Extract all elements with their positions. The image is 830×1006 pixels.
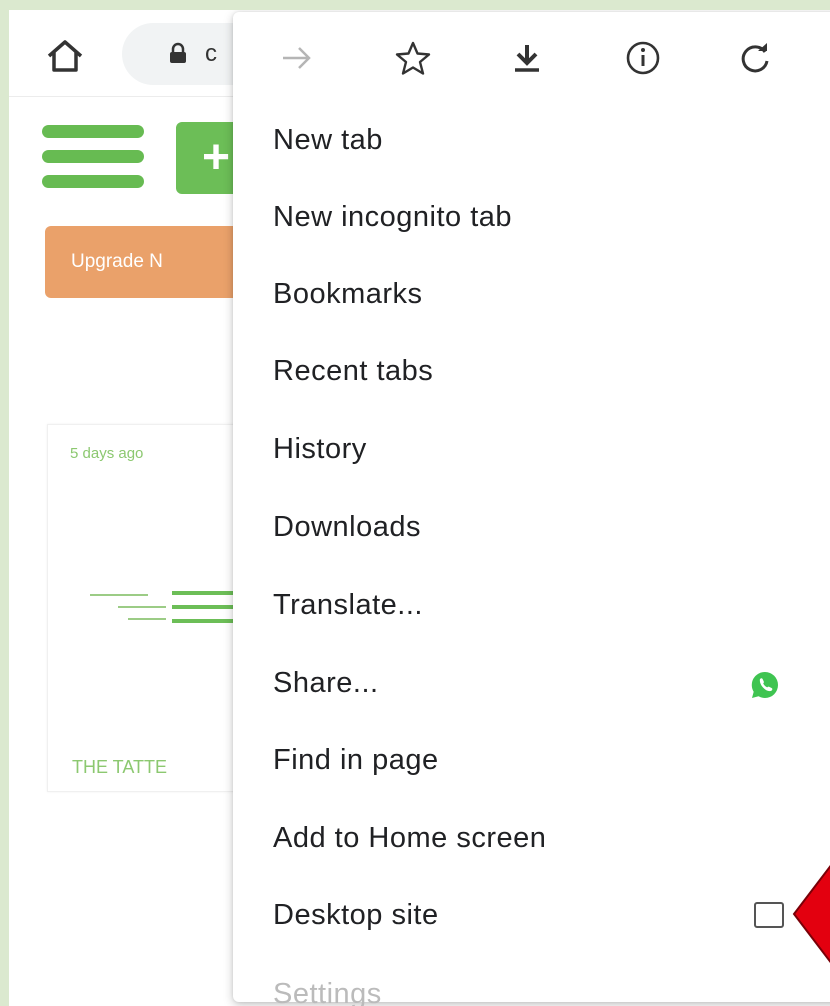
lock-icon xyxy=(170,42,186,63)
download-icon[interactable] xyxy=(505,36,549,80)
card-date: 5 days ago xyxy=(70,445,144,462)
star-icon[interactable] xyxy=(391,36,435,80)
red-arrow-annotation xyxy=(792,864,830,964)
card-title: THE TATTE xyxy=(72,757,168,777)
reload-icon[interactable] xyxy=(733,36,777,80)
add-button-label: + xyxy=(202,131,231,184)
upgrade-button-label: Upgrade N xyxy=(71,251,163,272)
menu-item-translate[interactable]: Translate... xyxy=(233,571,830,641)
menu-item-share[interactable]: Share... xyxy=(233,649,830,719)
menu-item-desktop-site[interactable]: Desktop site xyxy=(233,881,830,951)
menu-item-add-to-home-screen[interactable]: Add to Home screen xyxy=(233,804,830,874)
menu-item-new-incognito-tab[interactable]: New incognito tab xyxy=(233,183,830,253)
content-card[interactable]: 5 days ago THE TATTE xyxy=(47,424,259,792)
forward-arrow-icon[interactable] xyxy=(275,36,319,80)
menu-item-settings[interactable]: Settings xyxy=(233,960,830,1006)
hamburger-menu-icon[interactable] xyxy=(42,125,144,189)
desktop-site-checkbox[interactable] xyxy=(754,902,784,928)
menu-item-bookmarks[interactable]: Bookmarks xyxy=(233,260,830,330)
upgrade-button[interactable]: Upgrade N xyxy=(45,226,255,298)
url-text[interactable]: c xyxy=(205,40,217,68)
menu-item-downloads[interactable]: Downloads xyxy=(233,493,830,563)
phone-screen: c + Upgrade N 5 days ago THE TATTE New t… xyxy=(9,10,830,1006)
menu-item-new-tab[interactable]: New tab xyxy=(233,106,830,176)
menu-action-bar xyxy=(233,12,830,98)
home-icon[interactable] xyxy=(45,38,85,74)
menu-item-find-in-page[interactable]: Find in page xyxy=(233,726,830,796)
info-icon[interactable] xyxy=(621,36,665,80)
browser-overflow-menu: New tab New incognito tab Bookmarks Rece… xyxy=(233,12,830,1006)
menu-item-history[interactable]: History xyxy=(233,415,830,485)
whatsapp-icon[interactable] xyxy=(749,669,781,701)
menu-item-recent-tabs[interactable]: Recent tabs xyxy=(233,337,830,407)
